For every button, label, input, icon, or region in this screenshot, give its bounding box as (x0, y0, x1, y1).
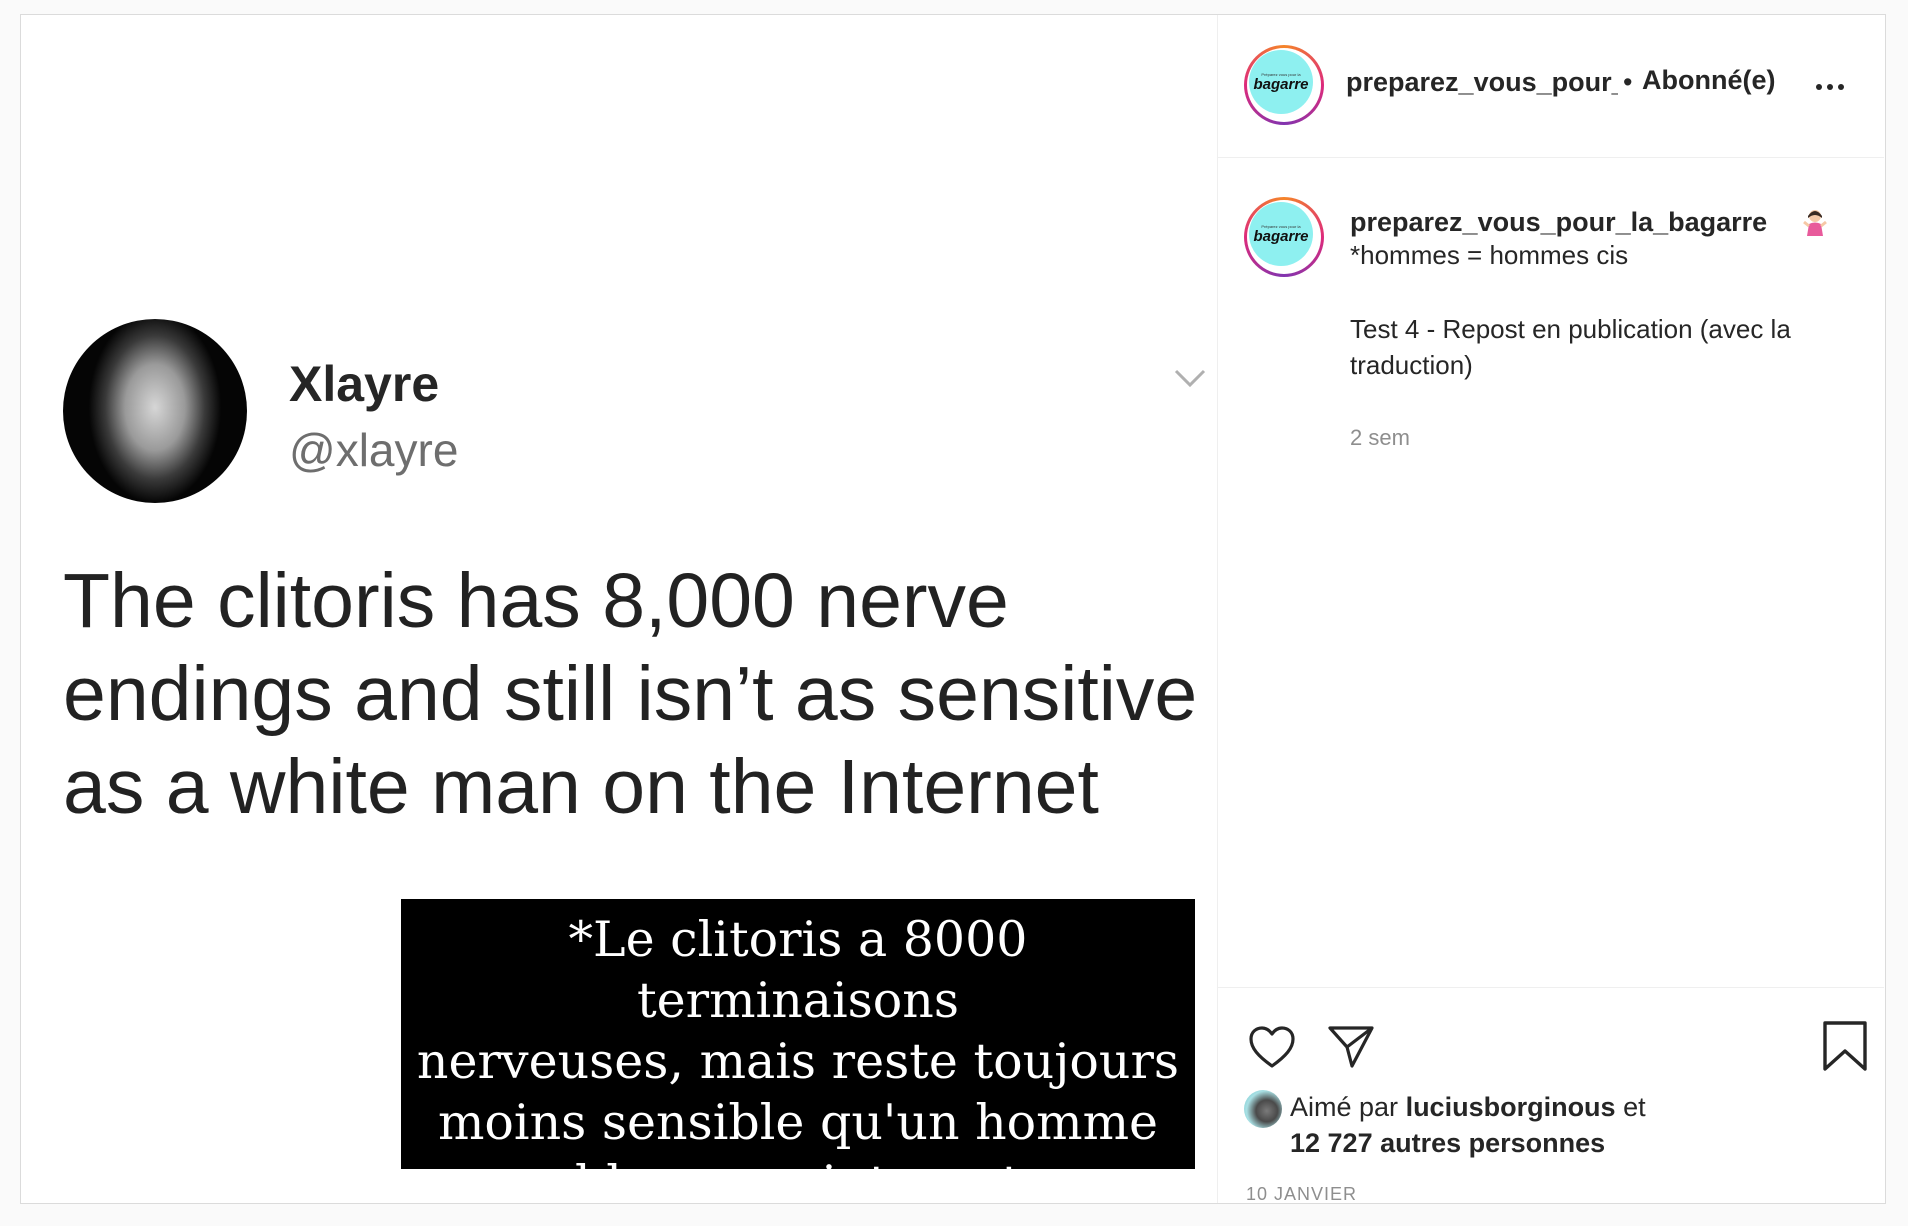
translation-box: *Le clitoris a 8000 terminaisons nerveus… (401, 899, 1195, 1203)
actions-section: Aimé par luciusborginous et 12 727 autre… (1218, 987, 1884, 1204)
post-image[interactable]: Xlayre @xlayre The clitoris has 8,000 ne… (21, 15, 1217, 1203)
translation-line: *Le clitoris a 8000 terminaisons (568, 911, 1028, 1029)
post-header: Préparez vous pour la bagarre preparez_v… (1218, 15, 1884, 158)
avatar-text-big: bagarre (1253, 227, 1309, 245)
liked-by-text: Aimé par luciusborginous et (1290, 1092, 1646, 1123)
caption-text: traduction) (1350, 350, 1473, 380)
liker-avatar[interactable] (1244, 1090, 1282, 1128)
tweet-display-name: Xlayre (289, 356, 440, 412)
post-modal: Xlayre @xlayre The clitoris has 8,000 ne… (20, 14, 1886, 1204)
likes-count[interactable]: 12 727 autres personnes (1290, 1128, 1605, 1159)
post-sidebar: Préparez vous pour la bagarre preparez_v… (1217, 15, 1885, 1204)
caption-text: *hommes = hommes cis (1350, 240, 1629, 270)
bookmark-icon[interactable] (1822, 1020, 1868, 1072)
caption-timestamp[interactable]: 2 sem (1350, 425, 1410, 451)
chevron-down-icon (1174, 369, 1206, 388)
post-date[interactable]: 10 JANVIER (1246, 1184, 1357, 1205)
translation-line: blanc sur internet (574, 1155, 1022, 1203)
header-username[interactable]: preparez_vous_pour_la_bagarre (1346, 67, 1618, 98)
header-avatar[interactable]: Préparez vous pour la bagarre (1244, 45, 1324, 125)
heart-icon[interactable] (1248, 1024, 1296, 1072)
liked-by-prefix: Aimé par (1290, 1092, 1399, 1122)
follow-status-button[interactable]: Abonné(e) (1642, 65, 1775, 96)
caption-avatar[interactable]: Préparez vous pour la bagarre (1244, 197, 1324, 277)
avatar-text-big: bagarre (1253, 75, 1309, 93)
tweet-avatar (63, 319, 247, 503)
caption-text: Test 4 - Repost en publication (avec la (1350, 314, 1791, 344)
translation-line: nerveuses, mais reste toujours (416, 1033, 1180, 1090)
liked-by-user[interactable]: luciusborginous (1406, 1092, 1616, 1122)
translation-line: moins sensible qu'un homme (437, 1094, 1159, 1151)
tweet-text: The clitoris has 8,000 nerve endings and… (63, 558, 1198, 830)
share-icon[interactable] (1326, 1022, 1376, 1072)
tweet-handle: @xlayre (289, 424, 459, 476)
liked-by-suffix: et (1623, 1092, 1646, 1122)
caption-username[interactable]: preparez_vous_pour_la_bagarre (1350, 207, 1767, 238)
woman-shrugging-emoji-icon (1803, 210, 1827, 236)
header-separator: • (1623, 67, 1633, 97)
more-options-icon[interactable] (1816, 77, 1852, 97)
